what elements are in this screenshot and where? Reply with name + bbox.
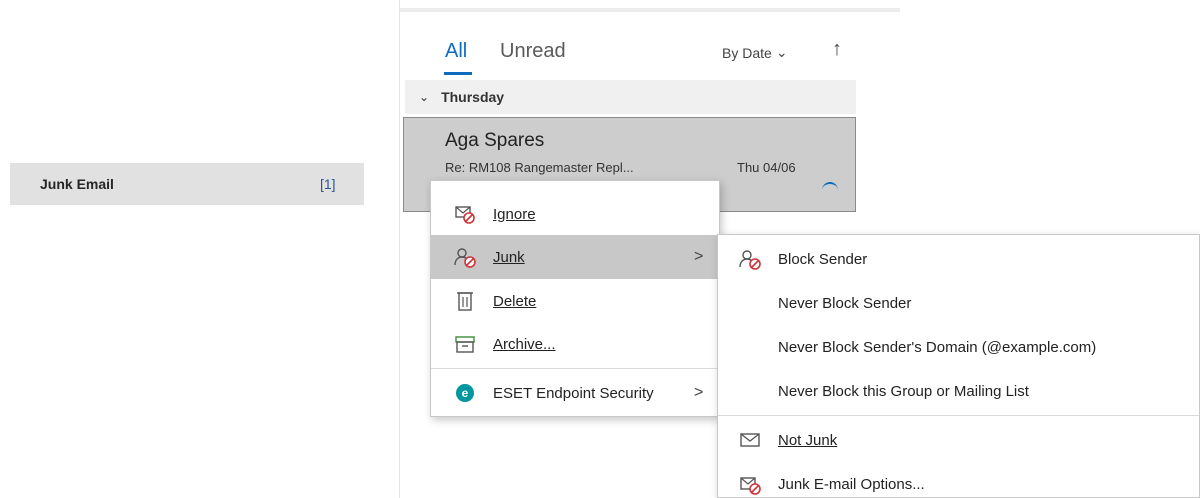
submenu-item-not-junk[interactable]: Not Junk: [718, 418, 1199, 462]
menu-item-label: Not Junk: [778, 431, 838, 449]
tab-unread[interactable]: Unread: [500, 40, 566, 63]
submenu-item-never-block-group[interactable]: Never Block this Group or Mailing List: [718, 369, 1199, 413]
submenu-item-block-sender[interactable]: Block Sender: [718, 237, 1199, 281]
folder-name: Junk Email: [40, 176, 114, 192]
block-sender-icon: [738, 247, 762, 271]
menu-item-label: Junk E-mail Options...: [778, 475, 925, 493]
menu-item-label: Never Block this Group or Mailing List: [778, 382, 1029, 400]
chevron-down-icon: ⌄: [775, 44, 788, 60]
mail-subject: Re: RM108 Rangemaster Repl...: [445, 160, 634, 175]
junk-submenu: Block Sender Never Block Sender Never Bl…: [717, 234, 1200, 498]
unread-count: [1]: [320, 176, 336, 192]
submenu-item-never-block-domain[interactable]: Never Block Sender's Domain (@example.co…: [718, 325, 1199, 369]
chevron-down-icon: ⌄: [419, 90, 430, 104]
chevron-right-icon: >: [694, 248, 704, 265]
group-header-thursday[interactable]: ⌄ Thursday: [405, 80, 856, 114]
chevron-right-icon: >: [694, 384, 704, 401]
envelope-icon: [738, 428, 762, 452]
menu-item-ignore[interactable]: Ignore: [431, 192, 719, 236]
active-tab-indicator: [444, 72, 472, 75]
menu-item-label: Junk: [493, 248, 525, 266]
menu-separator: [431, 368, 719, 369]
sort-label: By Date: [722, 44, 772, 61]
group-label: Thursday: [441, 89, 505, 105]
folder-junk-email[interactable]: Junk Email [1]: [10, 163, 364, 205]
menu-item-junk[interactable]: Junk >: [431, 235, 719, 279]
loading-spinner-icon: [822, 182, 838, 198]
menu-item-label: Delete: [493, 292, 537, 310]
mail-date: Thu 04/06: [737, 160, 796, 175]
sort-direction-icon[interactable]: ↑: [832, 38, 842, 61]
junk-icon: [453, 245, 477, 269]
menu-separator: [718, 415, 1199, 416]
junk-options-icon: [738, 472, 762, 496]
submenu-item-junk-email-options[interactable]: Junk E-mail Options...: [718, 462, 1199, 498]
context-menu: Ignore Junk > Delete Archive... e ESET E…: [430, 180, 720, 417]
menu-item-eset[interactable]: e ESET Endpoint Security >: [431, 371, 719, 415]
menu-item-label: Never Block Sender's Domain (@example.co…: [778, 338, 1097, 356]
sort-by-button[interactable]: By Date ⌄: [722, 44, 788, 61]
svg-text:e: e: [462, 386, 469, 400]
menu-item-label: Archive...: [493, 335, 556, 353]
submenu-item-never-block-sender[interactable]: Never Block Sender: [718, 281, 1199, 325]
menu-item-label: Ignore: [493, 205, 536, 223]
tab-all[interactable]: All: [445, 40, 467, 63]
menu-item-delete[interactable]: Delete: [431, 279, 719, 323]
divider: [400, 8, 900, 12]
mail-sender: Aga Spares: [445, 130, 545, 151]
eset-icon: e: [453, 381, 477, 405]
archive-icon: [453, 332, 477, 356]
menu-item-label: Block Sender: [778, 250, 868, 268]
delete-icon: [453, 289, 477, 313]
menu-item-label: ESET Endpoint Security: [493, 384, 654, 402]
menu-item-archive[interactable]: Archive...: [431, 322, 719, 366]
ignore-icon: [453, 202, 477, 226]
menu-item-label: Never Block Sender: [778, 294, 912, 312]
